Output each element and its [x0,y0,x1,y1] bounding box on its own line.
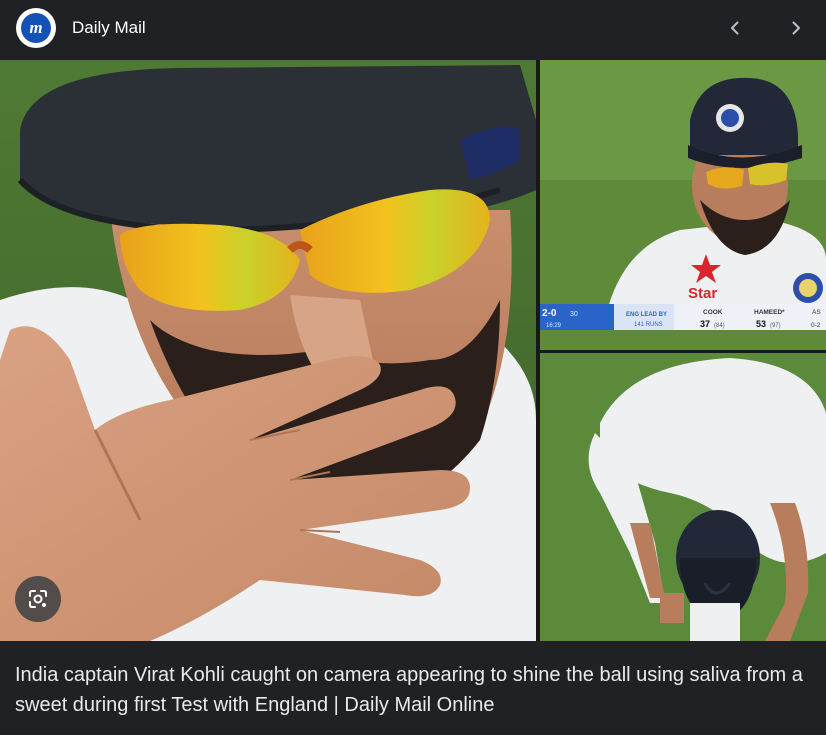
previous-button[interactable] [719,12,751,44]
image-panel-scoreboard: Star 2-0 30 16:29 ENG LEAD BY 141 RUNS C… [540,60,826,350]
batsman1-runs: 37 [700,319,710,329]
google-lens-icon [29,590,47,608]
score-cut-text: AS [812,309,821,316]
score-lead-value: 141 RUNS [634,322,663,328]
image-caption[interactable]: India captain Virat Kohli caught on came… [15,660,805,720]
source-name[interactable]: Daily Mail [72,18,146,38]
batsman1-name: COOK [703,309,723,316]
score-overs: 30 [570,311,578,318]
chevron-right-icon [792,21,800,35]
batsman1-balls: (84) [714,323,725,329]
batsman2-balls: (97) [770,323,781,329]
next-button[interactable] [780,12,812,44]
score-series: 2-0 [542,308,557,319]
sponsor-text: Star [688,285,717,302]
score-cut-text-2: 0-2 [811,322,821,329]
score-lead-label: ENG LEAD BY [626,312,667,318]
image-panel-bending [540,353,826,641]
preview-image[interactable]: Star 2-0 30 16:29 ENG LEAD BY 141 RUNS C… [0,60,826,641]
viewer-header: m Daily Mail [0,0,826,60]
daily-mail-logo[interactable]: m [16,8,56,48]
chevron-left-icon [731,21,739,35]
logo-letter: m [21,13,51,43]
batsman2-runs: 53 [756,319,766,329]
image-panel-closeup [0,60,536,641]
batsman2-name: HAMEED* [754,309,785,316]
google-lens-button[interactable] [15,576,61,622]
score-time: 16:29 [546,323,562,329]
